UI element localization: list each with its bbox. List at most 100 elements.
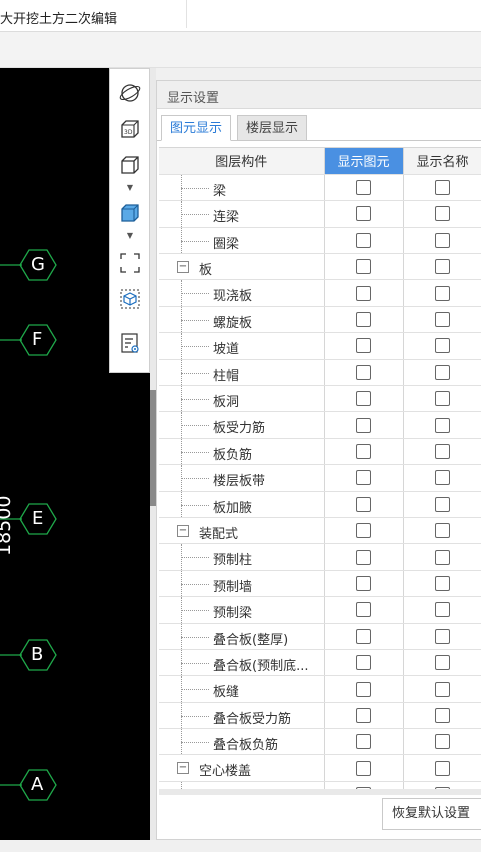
- layer-label: 预制梁: [213, 606, 253, 622]
- show-element-checkbox[interactable]: [356, 259, 371, 275]
- table-row[interactable]: 叠合板负筋: [159, 728, 481, 756]
- table-row[interactable]: 叠合板(整厚): [159, 623, 481, 650]
- show-name-checkbox[interactable]: [435, 707, 450, 723]
- show-name-checkbox[interactable]: [435, 575, 450, 591]
- show-name-checkbox[interactable]: [435, 443, 450, 459]
- show-name-checkbox[interactable]: [435, 681, 450, 697]
- show-name-checkbox[interactable]: [435, 312, 450, 328]
- show-element-checkbox[interactable]: [356, 470, 371, 486]
- table-row[interactable]: 连梁: [159, 200, 481, 228]
- collapse-toggle-icon[interactable]: −: [177, 524, 189, 537]
- chevron-down-icon[interactable]: ▼: [125, 184, 135, 192]
- cube-solid-icon[interactable]: [118, 201, 142, 225]
- group-label: 板: [199, 263, 213, 279]
- show-element-checkbox[interactable]: [356, 549, 371, 565]
- table-row[interactable]: 柱帽: [159, 359, 481, 387]
- table-row[interactable]: 预制梁: [159, 596, 481, 624]
- tab-element-display[interactable]: 图元显示: [161, 115, 232, 141]
- show-name-checkbox[interactable]: [435, 549, 450, 565]
- table-row[interactable]: 叠合板受力筋: [159, 702, 481, 730]
- table-row[interactable]: − 装配式: [159, 517, 481, 545]
- show-element-checkbox[interactable]: [356, 523, 371, 539]
- show-element-checkbox[interactable]: [356, 417, 371, 433]
- display-settings-icon[interactable]: [118, 331, 142, 355]
- table-row[interactable]: 坡道: [159, 332, 481, 360]
- show-name-checkbox[interactable]: [435, 734, 450, 750]
- table-row[interactable]: 板洞: [159, 385, 481, 413]
- show-element-checkbox[interactable]: [356, 206, 371, 222]
- axis-label-f: F: [32, 329, 43, 350]
- show-name-checkbox[interactable]: [435, 417, 450, 433]
- table-row[interactable]: − 空心楼盖: [159, 754, 481, 782]
- collapse-toggle-icon[interactable]: −: [177, 762, 189, 775]
- show-element-checkbox[interactable]: [356, 655, 371, 671]
- show-element-checkbox[interactable]: [356, 232, 371, 248]
- show-element-checkbox[interactable]: [356, 312, 371, 328]
- show-name-checkbox[interactable]: [435, 602, 450, 618]
- layer-name-cell: 板受力筋: [159, 411, 325, 439]
- show-element-checkbox[interactable]: [356, 602, 371, 618]
- tab-floor-display[interactable]: 楼层显示: [237, 115, 308, 141]
- show-name-checkbox[interactable]: [435, 206, 450, 222]
- show-name-checkbox[interactable]: [435, 391, 450, 407]
- column-header-show-name[interactable]: 显示名称: [403, 148, 481, 175]
- chevron-down-icon[interactable]: ▼: [125, 232, 135, 240]
- table-row[interactable]: 现浇板: [159, 279, 481, 307]
- show-name-checkbox[interactable]: [435, 259, 450, 275]
- axis-label-e: E: [32, 508, 44, 529]
- table-row[interactable]: 叠合板(预制底...: [159, 649, 481, 677]
- table-row[interactable]: − 板: [159, 253, 481, 281]
- table-row[interactable]: 圈梁: [159, 227, 481, 255]
- show-name-checkbox-cell: [403, 438, 481, 466]
- show-name-checkbox-cell: [403, 517, 481, 545]
- 3d-view-icon[interactable]: 3D: [118, 117, 142, 141]
- show-element-checkbox[interactable]: [356, 285, 371, 301]
- show-name-checkbox[interactable]: [435, 338, 450, 354]
- layer-label: 叠合板(预制底...: [213, 658, 309, 674]
- table-row[interactable]: 预制墙: [159, 570, 481, 598]
- show-name-checkbox[interactable]: [435, 760, 450, 776]
- show-element-checkbox[interactable]: [356, 628, 371, 644]
- show-element-checkbox[interactable]: [356, 180, 371, 196]
- show-element-checkbox[interactable]: [356, 707, 371, 723]
- table-row[interactable]: 板缝: [159, 675, 481, 703]
- column-header-layer[interactable]: 图层构件: [159, 148, 325, 175]
- table-row[interactable]: 楼层板带: [159, 464, 481, 492]
- show-element-checkbox[interactable]: [356, 391, 371, 407]
- show-element-checkbox[interactable]: [356, 760, 371, 776]
- restore-defaults-button[interactable]: 恢复默认设置: [382, 798, 481, 830]
- show-name-checkbox[interactable]: [435, 232, 450, 248]
- horizontal-scrollbar[interactable]: [159, 789, 481, 795]
- table-row[interactable]: 板受力筋: [159, 411, 481, 439]
- column-header-show-element[interactable]: 显示图元: [324, 148, 404, 175]
- cube-select-icon[interactable]: [118, 287, 142, 311]
- show-name-checkbox[interactable]: [435, 628, 450, 644]
- show-element-checkbox[interactable]: [356, 338, 371, 354]
- show-name-checkbox[interactable]: [435, 180, 450, 196]
- table-row[interactable]: 板负筋: [159, 438, 481, 466]
- show-name-checkbox[interactable]: [435, 285, 450, 301]
- show-element-checkbox[interactable]: [356, 496, 371, 512]
- toolbar-strip: [0, 32, 481, 68]
- show-name-checkbox[interactable]: [435, 496, 450, 512]
- layer-label: 圈梁: [213, 236, 240, 252]
- show-name-checkbox-cell: [403, 200, 481, 228]
- table-row[interactable]: 板加腋: [159, 491, 481, 518]
- table-row[interactable]: 梁: [159, 174, 481, 202]
- show-name-checkbox[interactable]: [435, 655, 450, 671]
- tree-connector: [181, 399, 209, 401]
- show-name-checkbox[interactable]: [435, 523, 450, 539]
- show-name-checkbox[interactable]: [435, 470, 450, 486]
- show-element-checkbox[interactable]: [356, 575, 371, 591]
- show-name-checkbox[interactable]: [435, 364, 450, 380]
- table-row[interactable]: 预制柱: [159, 543, 481, 571]
- collapse-toggle-icon[interactable]: −: [177, 261, 189, 274]
- show-element-checkbox[interactable]: [356, 443, 371, 459]
- orbit-icon[interactable]: [118, 81, 142, 105]
- cube-outline-icon[interactable]: [118, 153, 142, 177]
- select-box-icon[interactable]: [118, 251, 142, 275]
- show-element-checkbox[interactable]: [356, 681, 371, 697]
- table-row[interactable]: 螺旋板: [159, 306, 481, 334]
- show-element-checkbox[interactable]: [356, 734, 371, 750]
- show-element-checkbox[interactable]: [356, 364, 371, 380]
